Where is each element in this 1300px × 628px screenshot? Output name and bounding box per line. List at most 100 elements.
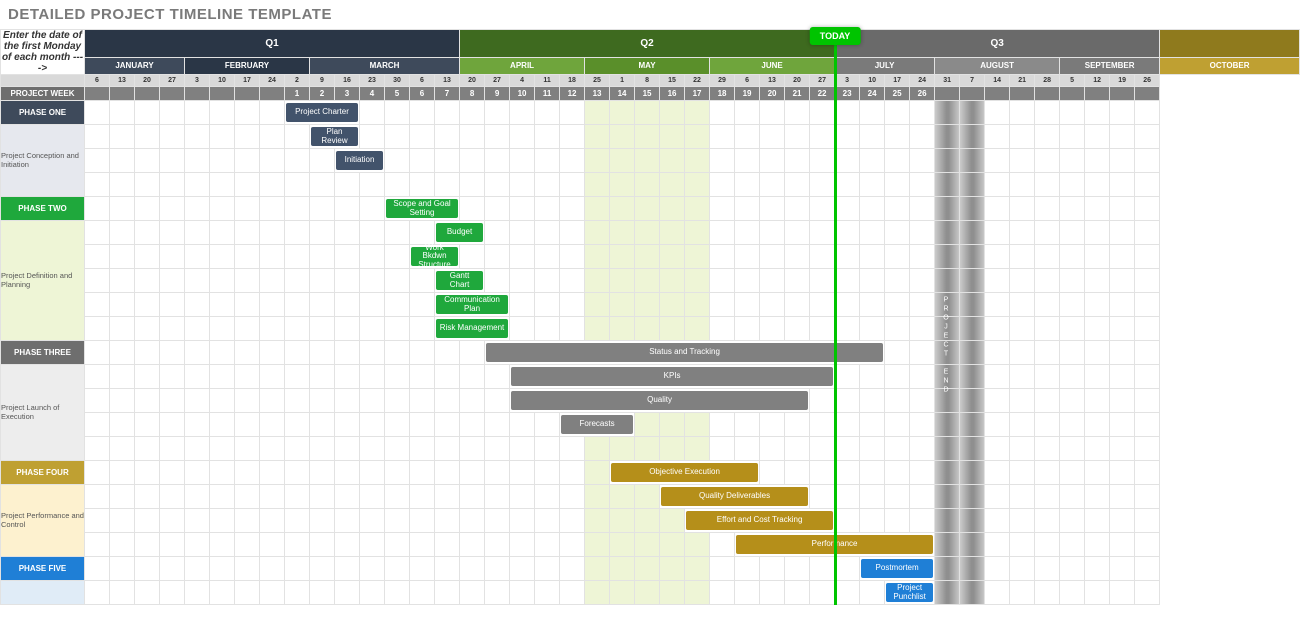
month-october: OCTOBER <box>1160 57 1300 75</box>
grid-cell <box>110 197 135 221</box>
month-june: JUNE <box>710 57 835 75</box>
grid-cell <box>385 317 410 341</box>
grid-cell <box>960 101 985 125</box>
grid-cell <box>835 149 860 173</box>
gantt-bar[interactable]: Scope and Goal Setting <box>385 197 460 221</box>
grid-cell <box>1060 437 1085 461</box>
week-day: 21 <box>1010 75 1035 87</box>
grid-cell <box>160 197 185 221</box>
grid-cell <box>185 317 210 341</box>
gantt-bar[interactable]: Quality <box>510 389 810 413</box>
quarter-4 <box>1160 30 1300 58</box>
phase-label-5: PHASE FIVE <box>1 557 85 581</box>
grid-cell <box>335 317 360 341</box>
gantt-bar[interactable]: Status and Tracking <box>485 341 885 365</box>
grid-cell <box>385 149 410 173</box>
grid-cell <box>760 149 785 173</box>
gantt-bar[interactable]: KPIs <box>510 365 835 389</box>
grid-cell <box>1135 485 1160 509</box>
grid-cell <box>735 197 760 221</box>
gantt-bar[interactable]: Postmortem <box>860 557 935 581</box>
grid-cell <box>485 221 510 245</box>
grid-cell <box>460 437 485 461</box>
grid-cell <box>260 149 285 173</box>
grid-cell <box>1110 269 1135 293</box>
grid-cell <box>435 125 460 149</box>
grid-cell <box>735 101 760 125</box>
grid-cell <box>510 509 535 533</box>
gantt-bar[interactable]: Work Bkdwn Structure <box>410 245 460 269</box>
grid-cell <box>660 221 685 245</box>
grid-cell <box>185 389 210 413</box>
grid-cell <box>985 557 1010 581</box>
grid-cell <box>310 245 335 269</box>
gantt-bar[interactable]: Initiation <box>335 149 385 173</box>
grid-cell <box>810 485 835 509</box>
gantt-bar[interactable]: Quality Deliverables <box>660 485 810 509</box>
project-week-num: 9 <box>485 87 510 101</box>
week-day: 20 <box>460 75 485 87</box>
grid-cell <box>935 485 960 509</box>
grid-cell <box>710 293 735 317</box>
grid-cell <box>360 557 385 581</box>
gantt-bar[interactable]: Plan Review <box>310 125 360 149</box>
grid-cell <box>1010 149 1035 173</box>
grid-cell <box>585 533 610 557</box>
grid-cell <box>935 509 960 533</box>
project-week-num <box>935 87 960 101</box>
grid-cell <box>610 101 635 125</box>
grid-cell <box>510 149 535 173</box>
grid-cell <box>435 509 460 533</box>
grid-cell <box>210 389 235 413</box>
grid-cell <box>885 461 910 485</box>
grid-cell <box>260 221 285 245</box>
grid-cell <box>310 485 335 509</box>
grid-cell <box>910 245 935 269</box>
grid-cell <box>660 413 685 437</box>
grid-cell <box>310 557 335 581</box>
gantt-bar[interactable]: Gantt Chart <box>435 269 485 293</box>
grid-cell <box>735 557 760 581</box>
gantt-bar[interactable]: Project Charter <box>285 101 360 125</box>
project-week-num: 5 <box>385 87 410 101</box>
week-day: 27 <box>810 75 835 87</box>
grid-cell <box>260 533 285 557</box>
gantt-bar[interactable]: Objective Execution <box>610 461 760 485</box>
grid-cell <box>210 173 235 197</box>
grid-cell <box>1135 341 1160 365</box>
grid-cell <box>1060 173 1085 197</box>
grid-cell <box>785 149 810 173</box>
week-day: 26 <box>1135 75 1160 87</box>
grid-cell <box>110 581 135 605</box>
grid-cell <box>535 125 560 149</box>
grid-cell <box>460 533 485 557</box>
gantt-bar[interactable]: Budget <box>435 221 485 245</box>
grid-cell <box>460 557 485 581</box>
gantt-bar[interactable]: Forecasts <box>560 413 635 437</box>
grid-cell <box>285 197 310 221</box>
gantt-bar[interactable]: Effort and Cost Tracking <box>685 509 835 533</box>
grid-cell <box>785 269 810 293</box>
grid-cell <box>460 245 485 269</box>
grid-cell <box>85 509 110 533</box>
grid-cell <box>210 269 235 293</box>
grid-cell <box>310 509 335 533</box>
grid-cell <box>985 149 1010 173</box>
grid-cell <box>410 269 435 293</box>
gantt-bar[interactable]: Project Punchlist <box>885 581 935 605</box>
gantt-bar[interactable]: Performance <box>735 533 935 557</box>
grid-cell <box>335 245 360 269</box>
grid-cell <box>835 173 860 197</box>
phase-label-4: PHASE FOUR <box>1 461 85 485</box>
grid-cell <box>460 413 485 437</box>
grid-cell <box>460 149 485 173</box>
gantt-bar[interactable]: Communication Plan <box>435 293 510 317</box>
grid-cell <box>635 581 660 605</box>
project-week-num: 15 <box>635 87 660 101</box>
gantt-bar[interactable]: Risk Management <box>435 317 510 341</box>
grid-cell <box>1010 413 1035 437</box>
grid-cell <box>435 461 460 485</box>
grid-cell <box>1085 101 1110 125</box>
grid-cell <box>535 317 560 341</box>
grid-cell <box>410 341 435 365</box>
